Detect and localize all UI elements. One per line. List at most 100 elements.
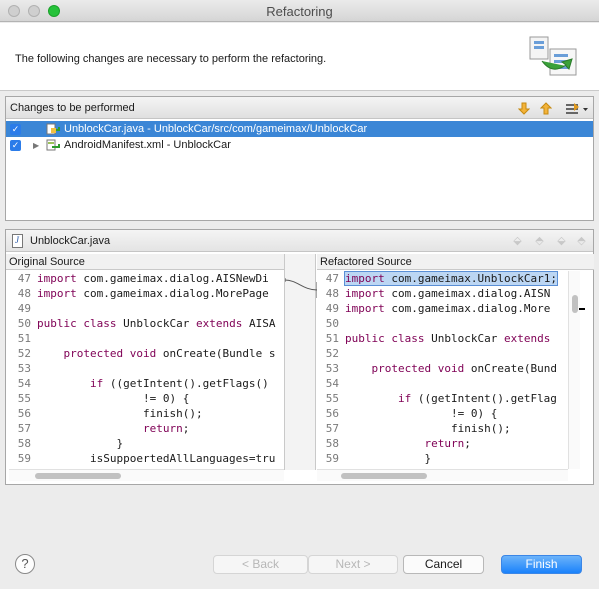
scrollbar-thumb[interactable] [35,473,121,479]
keyword-token: public [345,332,385,345]
code-line: 59 } [317,451,431,466]
previous-change-button[interactable] [538,100,554,116]
line-number: 47 [17,272,31,285]
diff-connector-gutter [284,254,318,470]
code-line: 57 finish(); [317,421,511,436]
keyword-token: if [89,377,104,390]
code-token: } [345,452,432,465]
compare-panel-header: UnblockCar.java ⬙ ⬘ ⬙ ⬘ [6,230,593,252]
code-text: import com.gameimax.dialog.AISNewDi [37,272,269,285]
change-item-label: UnblockCar.java - UnblockCar/src/com/gam… [64,123,368,135]
overview-ruler-marker[interactable] [579,308,585,310]
java-change-icon [46,123,60,134]
code-line: 53 [9,361,37,376]
code-text: import com.gameimax.dialog.AISN [345,287,550,300]
back-button[interactable]: < Back [213,555,308,574]
line-number: 51 [17,332,31,345]
changes-panel: Changes to be performed ✓ UnblockCar.jav… [5,96,594,221]
code-token: AISA [242,317,276,330]
line-number: 47 [325,272,339,285]
line-number: 48 [325,287,339,300]
help-button[interactable]: ? [15,554,35,574]
line-number: 54 [325,377,339,390]
expand-triangle-icon[interactable]: ▶ [33,141,39,150]
refactored-vertical-scrollbar[interactable] [568,271,580,469]
change-item-unblockcar-java[interactable]: ✓ UnblockCar.java - UnblockCar/src/com/g… [6,121,593,137]
code-text: return; [345,437,471,450]
code-token: finish(); [37,407,203,420]
code-text: protected void onCreate(Bund [345,362,557,375]
keyword-token: class [391,332,425,345]
line-number: 48 [17,287,31,300]
code-token: com.gameimax.dialog.MorePage [76,287,269,300]
keyword-token: if [397,392,412,405]
code-line: 59 isSuppoertedAllLanguages=tru [9,451,276,466]
code-text: public class UnblockCar extends [345,332,550,345]
line-number: 55 [17,392,31,405]
finish-button[interactable]: Finish [501,555,582,574]
code-line: 56 != 0) { [317,406,498,421]
line-number: 52 [325,347,339,360]
next-button[interactable]: Next > [308,555,398,574]
window-title: Refactoring [266,4,333,19]
wizard-header: The following changes are necessary to p… [0,23,599,91]
code-line: 57 return; [9,421,190,436]
filter-menu-button[interactable] [564,100,590,116]
code-text: finish(); [37,407,203,420]
code-line: 50 [317,316,345,331]
code-text: public class UnblockCar extends AISA [37,317,275,330]
cancel-button[interactable]: Cancel [403,555,484,574]
code-text: } [345,452,431,465]
code-line: 54 if ((getIntent().getFlags() [9,376,269,391]
line-number: 50 [17,317,31,330]
refactored-source-label: Refactored Source [317,254,594,270]
code-line: 52 [317,346,345,361]
original-horizontal-scrollbar[interactable] [9,469,284,481]
refactored-horizontal-scrollbar[interactable] [317,469,568,481]
code-line: 47 import com.gameimax.dialog.AISNewDi [9,271,269,286]
line-number: 54 [17,377,31,390]
keyword-token: import [345,272,385,285]
code-token: ; [464,437,471,450]
scrollbar-thumb[interactable] [341,473,427,479]
line-number: 58 [17,437,31,450]
line-number: 57 [325,422,339,435]
code-line: 53 protected void onCreate(Bund [317,361,557,376]
code-line: 55 != 0) { [9,391,190,406]
next-difference-icon[interactable]: ⬙ [511,234,524,247]
next-change-button[interactable] [516,100,532,116]
keyword-token: void [129,347,157,360]
code-line: 51 public class UnblockCar extends [317,331,551,346]
compare-file-name: UnblockCar.java [30,235,111,247]
line-number: 49 [325,302,339,315]
code-token: com.gameimax.dialog.More [384,302,551,315]
change-checkbox[interactable]: ✓ [10,123,21,135]
scrollbar-thumb[interactable] [572,295,578,313]
code-token: ((getIntent().getFlags() [103,377,269,390]
original-source-editor[interactable]: 47 import com.gameimax.dialog.AISNewDi 48 i… [9,271,284,469]
keyword-token: public [37,317,77,330]
line-number: 57 [17,422,31,435]
next-change-icon[interactable]: ⬙ [555,234,568,247]
previous-change-icon[interactable]: ⬘ [575,234,588,247]
changes-panel-title: Changes to be performed [10,102,135,114]
change-item-androidmanifest[interactable]: ✓ ▶ AndroidManifest.xml - UnblockCar [6,137,593,153]
keyword-token: class [83,317,117,330]
code-line: 49 import com.gameimax.dialog.More [317,301,551,316]
java-file-icon [12,234,23,248]
change-checkbox[interactable]: ✓ [10,139,21,151]
previous-difference-icon[interactable]: ⬘ [533,234,546,247]
refactored-source-editor[interactable]: 47 import com.gameimax.UnblockCar1; 48 impo… [317,271,568,469]
code-line: 48 import com.gameimax.dialog.MorePage [9,286,269,301]
arrow-up-icon [540,101,552,114]
code-line: 58 } [9,436,123,451]
line-number: 51 [325,332,339,345]
code-token: ((getIntent().getFlag [411,392,557,405]
keyword-token: import [37,272,77,285]
code-line: 48 import com.gameimax.dialog.AISN [317,286,551,301]
line-number: 59 [325,452,339,465]
code-line: 50 public class UnblockCar extends AISA [9,316,276,331]
